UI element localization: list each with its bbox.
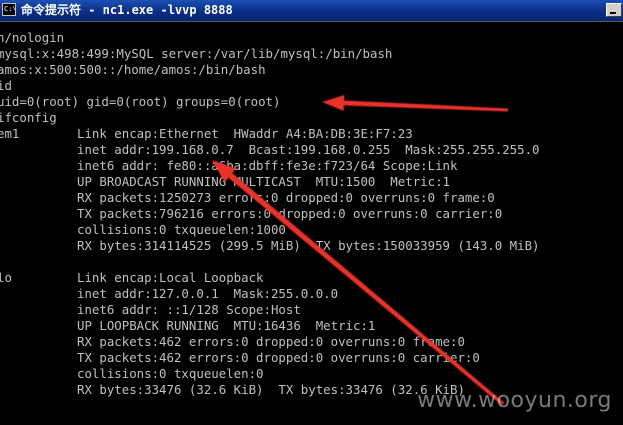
terminal-line-col1: lo: [0, 270, 12, 285]
command-prompt-window: C:\ 命令提示符 - nc1.exe -lvvp 8888 n/nologin…: [0, 0, 623, 425]
terminal-line-col2: TX packets:796216 errors:0 dropped:0 ove…: [77, 206, 503, 221]
terminal-output[interactable]: n/nologin mysql:x:498:499:MySQL server:/v…: [0, 22, 623, 425]
terminal-line-col2: inet addr:127.0.0.1 Mask:255.0.0.0: [77, 286, 339, 301]
terminal-line-col2: RX packets:1250273 errors:0 dropped:0 ov…: [77, 190, 495, 205]
terminal-line-col2: UP LOOPBACK RUNNING MTU:16436 Metric:1: [77, 318, 376, 333]
terminal-line-col2: Link encap:Ethernet HWaddr A4:BA:DB:3E:F…: [77, 126, 413, 141]
console-icon[interactable]: C:\: [2, 3, 16, 16]
terminal-line-col2: Link encap:Local Loopback: [77, 270, 264, 285]
terminal-line-col2: collisions:0 txqueuelen:1000: [77, 222, 286, 237]
terminal-line-col2: inet addr:199.168.0.7 Bcast:199.168.0.25…: [77, 142, 540, 157]
terminal-line-col2: inet6 addr: ::1/128 Scope:Host: [77, 302, 301, 317]
title-bar[interactable]: C:\ 命令提示符 - nc1.exe -lvvp 8888: [0, 0, 623, 22]
terminal-line-col2: inet6 addr: fe80::a6ba:dbff:fe3e:f723/64…: [77, 158, 458, 173]
terminal-line-col1: n/nologin: [0, 30, 65, 45]
terminal-line-col2: collisions:0 txqueuelen:0: [77, 366, 264, 381]
terminal-line-col1: em1: [0, 126, 20, 141]
terminal-line-col1: ifconfig: [0, 110, 57, 125]
terminal-line-col1: amos:x:500:500::/home/amos:/bin/bash: [0, 62, 266, 77]
terminal-line-col1: uid=0(root) gid=0(root) groups=0(root): [0, 94, 281, 109]
minimize-icon: [610, 12, 616, 14]
minimize-button[interactable]: [606, 3, 622, 17]
terminal-line-col2: RX bytes:314114525 (299.5 MiB) TX bytes:…: [77, 238, 540, 253]
terminal-line-col2: UP BROADCAST RUNNING MULTICAST MTU:1500 …: [77, 174, 450, 189]
terminal-line-col2: TX packets:462 errors:0 dropped:0 overru…: [77, 350, 480, 365]
terminal-line-col2: RX bytes:33476 (32.6 KiB) TX bytes:33476…: [77, 382, 465, 397]
terminal-line-col2: RX packets:462 errors:0 dropped:0 overru…: [77, 334, 465, 349]
watermark: www.wooyun.org: [417, 388, 612, 413]
terminal-line-col1: mysql:x:498:499:MySQL server:/var/lib/my…: [0, 46, 393, 61]
terminal-line-col1: id: [0, 78, 12, 93]
window-title: 命令提示符 - nc1.exe -lvvp 8888: [21, 3, 233, 17]
